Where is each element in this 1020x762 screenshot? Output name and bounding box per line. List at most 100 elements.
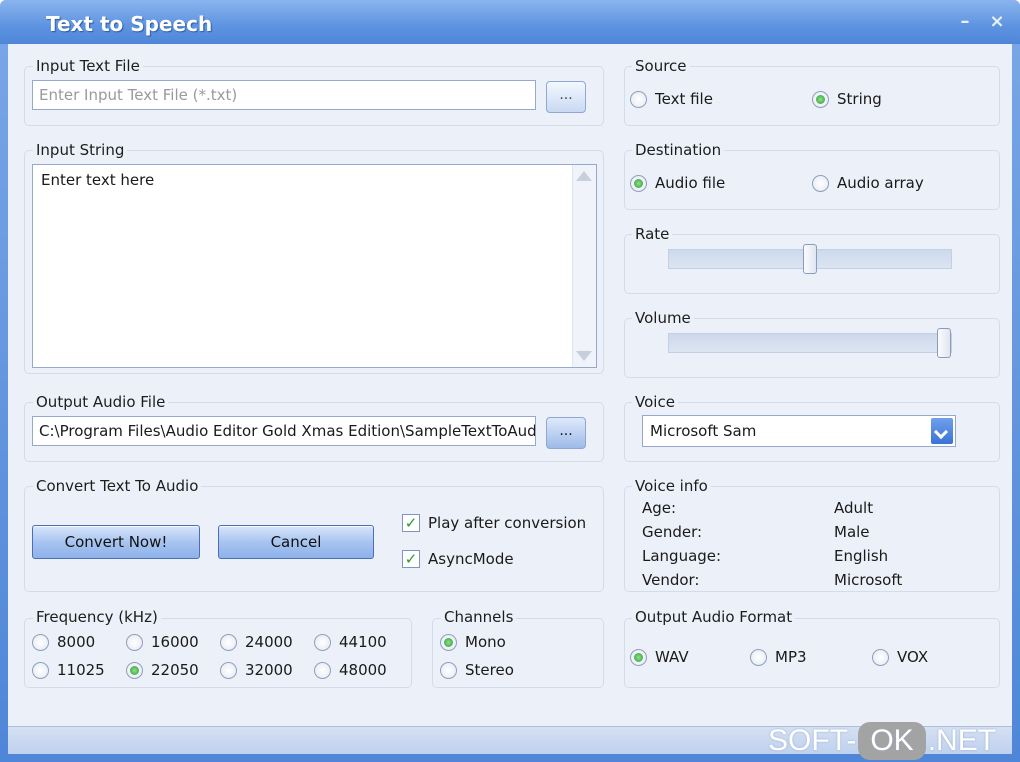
voice-info-vendor-key: Vendor: xyxy=(642,571,700,589)
radio-label: Mono xyxy=(465,633,506,651)
radio-label: String xyxy=(837,90,882,108)
input-file-placeholder: Enter Input Text File (*.txt) xyxy=(39,86,238,104)
radio-label: 11025 xyxy=(57,661,105,679)
voice-info-language-key: Language: xyxy=(642,547,722,565)
source-radio-string[interactable]: String xyxy=(812,90,882,108)
play-after-label: Play after conversion xyxy=(428,514,587,532)
channels-radio-stereo[interactable]: Stereo xyxy=(440,661,514,679)
voice-select[interactable]: Microsoft Sam xyxy=(642,415,956,447)
radio-label: 22050 xyxy=(151,661,199,679)
scroll-up-icon[interactable] xyxy=(576,171,592,181)
radio-label: VOX xyxy=(897,648,929,666)
convert-label: Convert Text To Audio xyxy=(33,477,202,495)
cancel-button[interactable]: Cancel xyxy=(218,525,374,559)
close-button[interactable]: × xyxy=(984,10,1010,34)
radio-label: Audio file xyxy=(655,174,726,192)
source-label: Source xyxy=(632,57,690,75)
radio-selected-icon xyxy=(440,633,457,651)
voice-info-language-value: English xyxy=(834,547,889,565)
radio-icon xyxy=(812,174,829,192)
radio-icon xyxy=(750,648,767,666)
checkbox-check-icon: ✓ xyxy=(402,514,420,532)
input-file-field[interactable]: Enter Input Text File (*.txt) xyxy=(32,80,536,110)
frequency-radio-16000[interactable]: 16000 xyxy=(126,633,199,651)
frequency-radio-44100[interactable]: 44100 xyxy=(314,633,387,651)
frequency-radio-22050[interactable]: 22050 xyxy=(126,661,199,679)
frequency-radio-24000[interactable]: 24000 xyxy=(220,633,293,651)
async-mode-label: AsyncMode xyxy=(428,550,514,568)
client-area: Input Text File Enter Input Text File (*… xyxy=(8,44,1012,734)
input-string-scrollbar[interactable] xyxy=(572,165,596,367)
channels-radio-mono[interactable]: Mono xyxy=(440,633,506,651)
radio-icon xyxy=(872,648,889,666)
radio-label: Audio array xyxy=(837,174,924,192)
voice-info-label: Voice info xyxy=(632,477,711,495)
watermark: SOFT- OK .NET xyxy=(768,722,996,760)
voice-info-vendor-value: Microsoft xyxy=(834,571,903,589)
app-window: Text to Speech – × Input Text File Enter… xyxy=(0,0,1020,762)
format-radio-wav[interactable]: WAV xyxy=(630,648,689,666)
radio-icon xyxy=(440,661,457,679)
source-radio-text-file[interactable]: Text file xyxy=(630,90,713,108)
frequency-radio-48000[interactable]: 48000 xyxy=(314,661,387,679)
watermark-right: .NET xyxy=(927,724,997,757)
radio-label: MP3 xyxy=(775,648,807,666)
minimize-button[interactable]: – xyxy=(952,10,978,34)
watermark-left: SOFT- xyxy=(768,724,857,757)
window-title: Text to Speech xyxy=(46,12,213,36)
radio-label: 44100 xyxy=(339,633,387,651)
output-file-field[interactable]: C:\Program Files\Audio Editor Gold Xmas … xyxy=(32,416,536,446)
radio-label: 48000 xyxy=(339,661,387,679)
radio-icon xyxy=(126,633,143,651)
radio-label: WAV xyxy=(655,648,689,666)
voice-info-gender-value: Male xyxy=(834,523,870,541)
frequency-radio-8000[interactable]: 8000 xyxy=(32,633,95,651)
input-file-label: Input Text File xyxy=(33,57,143,75)
destination-label: Destination xyxy=(632,141,725,159)
input-string-text: Enter text here xyxy=(41,171,155,189)
checkbox-check-icon: ✓ xyxy=(402,550,420,568)
format-radio-vox[interactable]: VOX xyxy=(872,648,928,666)
voice-info-age-key: Age: xyxy=(642,499,677,517)
async-mode-checkbox[interactable]: ✓ AsyncMode xyxy=(402,550,514,568)
radio-icon xyxy=(32,661,49,679)
radio-label: Stereo xyxy=(465,661,514,679)
radio-label: 16000 xyxy=(151,633,199,651)
radio-icon xyxy=(32,633,49,651)
radio-selected-icon xyxy=(812,90,829,108)
rate-label: Rate xyxy=(632,225,673,243)
destination-radio-audio-file[interactable]: Audio file xyxy=(630,174,725,192)
play-after-checkbox[interactable]: ✓ Play after conversion xyxy=(402,514,586,532)
voice-info-gender-key: Gender: xyxy=(642,523,703,541)
format-radio-mp3[interactable]: MP3 xyxy=(750,648,807,666)
radio-selected-icon xyxy=(630,174,647,192)
radio-icon xyxy=(220,661,237,679)
output-file-browse-button[interactable]: ... xyxy=(546,417,586,449)
input-file-browse-button[interactable]: ... xyxy=(546,81,586,113)
radio-label: 24000 xyxy=(245,633,293,651)
convert-now-button[interactable]: Convert Now! xyxy=(32,525,200,559)
voice-label: Voice xyxy=(632,393,678,411)
volume-slider-thumb[interactable] xyxy=(937,328,951,358)
scroll-down-icon[interactable] xyxy=(576,351,592,361)
rate-slider[interactable] xyxy=(668,244,952,274)
title-bar[interactable]: Text to Speech – × xyxy=(0,0,1020,44)
output-file-label: Output Audio File xyxy=(33,393,169,411)
radio-selected-icon xyxy=(630,648,647,666)
volume-slider[interactable] xyxy=(668,328,952,358)
radio-label: Text file xyxy=(655,90,713,108)
chevron-down-icon[interactable] xyxy=(931,418,953,444)
channels-label: Channels xyxy=(441,608,517,626)
rate-slider-thumb[interactable] xyxy=(803,244,817,274)
radio-label: 8000 xyxy=(57,633,96,651)
input-string-label: Input String xyxy=(33,141,128,159)
frequency-radio-32000[interactable]: 32000 xyxy=(220,661,293,679)
radio-icon xyxy=(314,661,331,679)
radio-selected-icon xyxy=(126,661,143,679)
input-string-textarea[interactable]: Enter text here xyxy=(32,164,597,368)
frequency-radio-11025[interactable]: 11025 xyxy=(32,661,105,679)
radio-label: 32000 xyxy=(245,661,293,679)
destination-radio-audio-array[interactable]: Audio array xyxy=(812,174,924,192)
watermark-mid: OK xyxy=(858,722,926,760)
radio-icon xyxy=(314,633,331,651)
